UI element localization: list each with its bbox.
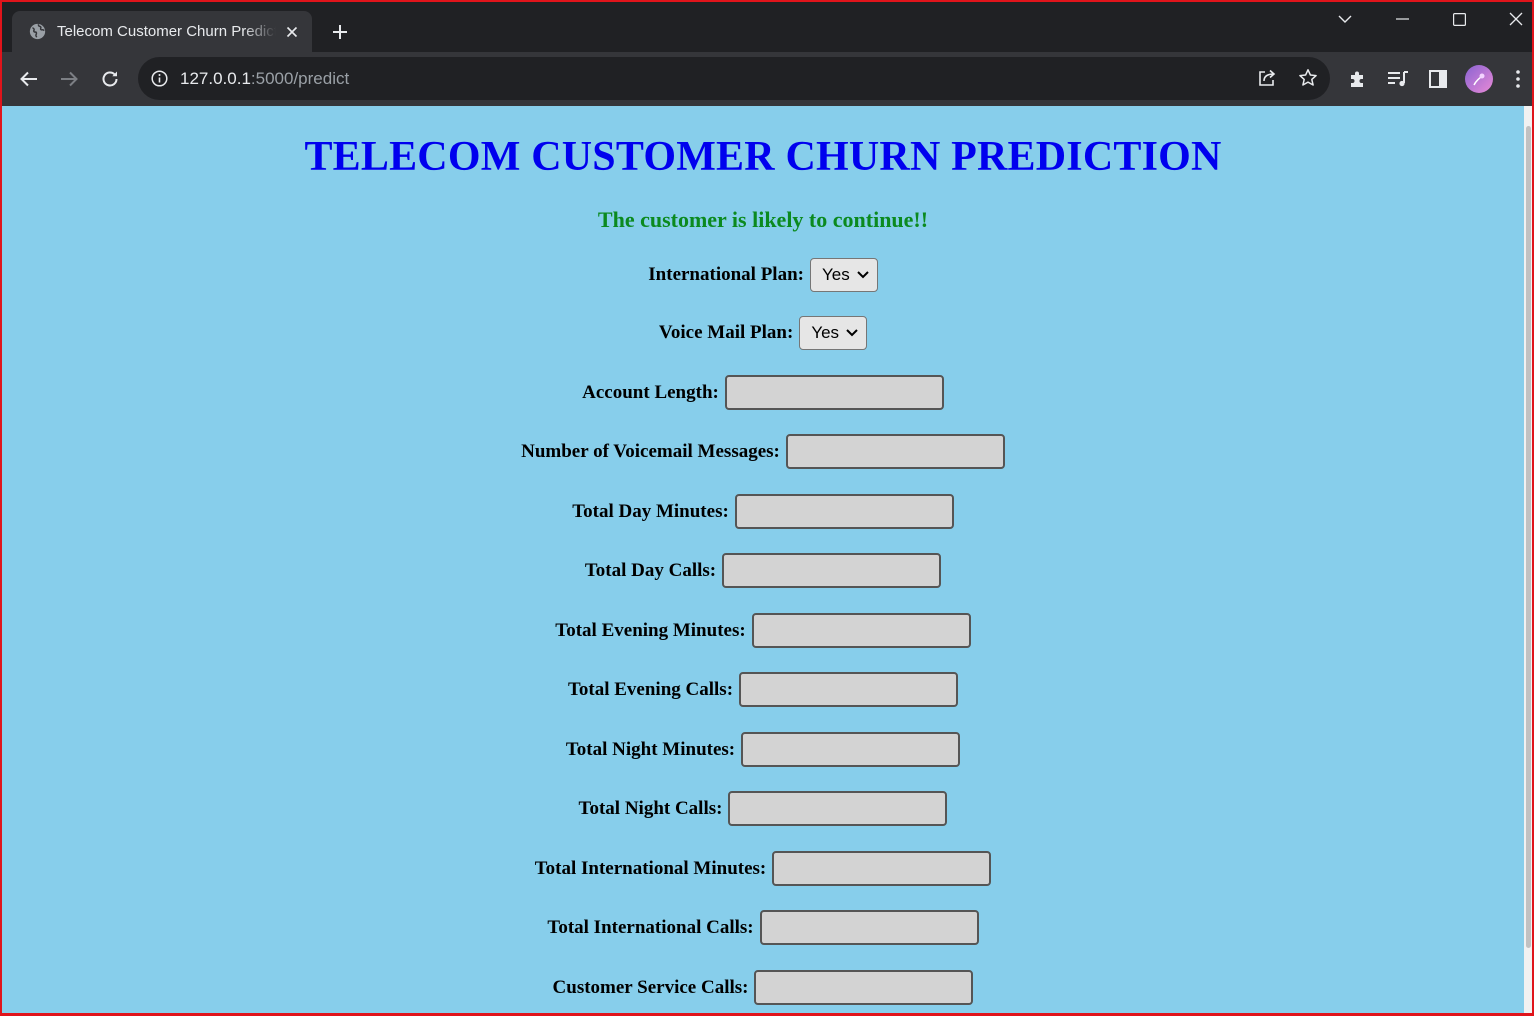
voicemail-messages-input[interactable]	[785, 434, 1005, 469]
total-day-minutes-row: Total Day Minutes:	[2, 494, 1524, 529]
total-night-minutes-input[interactable]	[741, 732, 961, 767]
tab-strip: Telecom Customer Churn Prediction	[0, 0, 1534, 52]
minimize-icon	[1395, 18, 1409, 20]
field-label: Account Length:	[582, 381, 719, 403]
queue-music-icon	[1388, 71, 1408, 87]
browser-tab[interactable]: Telecom Customer Churn Prediction	[12, 11, 312, 52]
account-length-row: Account Length:	[2, 375, 1524, 410]
voicemail-messages-row: Number of Voicemail Messages:	[2, 434, 1524, 469]
url-host: 127.0.0.1	[180, 69, 251, 88]
chevron-down-icon	[846, 329, 858, 337]
extensions-button[interactable]	[1342, 63, 1374, 95]
info-icon[interactable]	[151, 70, 168, 92]
page-content: TELECOM CUSTOMER CHURN PREDICTION The cu…	[2, 106, 1524, 1013]
more-vert-icon	[1516, 70, 1520, 88]
reload-icon	[102, 71, 118, 87]
international-plan-label: International Plan:	[648, 264, 804, 285]
total-day-minutes-input[interactable]	[734, 494, 954, 529]
back-button[interactable]	[13, 63, 45, 95]
field-label: Customer Service Calls:	[552, 976, 749, 998]
url-text[interactable]: 127.0.0.1:5000/predict	[180, 69, 349, 89]
total-evening-minutes-row: Total Evening Minutes:	[2, 613, 1524, 648]
voice-mail-plan-select[interactable]: Yes	[799, 316, 868, 350]
puzzle-icon	[1351, 71, 1363, 87]
side-panel-button[interactable]	[1422, 63, 1454, 95]
plus-icon	[333, 25, 347, 39]
field-label: Total Evening Minutes:	[555, 619, 746, 641]
total-evening-calls-row: Total Evening Calls:	[2, 672, 1524, 707]
international-plan-select[interactable]: Yes	[809, 258, 878, 292]
total-night-calls-row: Total Night Calls:	[2, 791, 1524, 826]
customer-service-calls-input[interactable]	[754, 970, 974, 1005]
total-night-minutes-row: Total Night Minutes:	[2, 732, 1524, 767]
field-label: Total Night Minutes:	[565, 738, 736, 760]
voice-mail-plan-value: Yes	[811, 323, 840, 342]
field-label: Total International Calls:	[547, 916, 754, 938]
side-panel-icon	[1429, 70, 1447, 88]
share-icon[interactable]	[1257, 68, 1277, 93]
menu-button[interactable]	[1502, 63, 1534, 95]
star-icon[interactable]	[1298, 68, 1318, 93]
voice-mail-plan-row: Voice Mail Plan: Yes	[2, 316, 1524, 350]
arrow-left-icon	[20, 71, 37, 87]
reload-button[interactable]	[94, 63, 126, 95]
international-plan-value: Yes	[821, 265, 850, 284]
scrollbar-thumb[interactable]	[1526, 126, 1531, 948]
field-label: Number of Voicemail Messages:	[521, 440, 780, 462]
total-international-minutes-input[interactable]	[772, 851, 992, 886]
window-close-button[interactable]	[1496, 5, 1534, 33]
browser-toolbar: 127.0.0.1:5000/predict	[0, 52, 1534, 106]
total-international-minutes-row: Total International Minutes:	[2, 851, 1524, 886]
total-international-calls-row: Total International Calls:	[2, 910, 1524, 945]
tab-search-button[interactable]	[1325, 5, 1365, 33]
maximize-button[interactable]	[1439, 5, 1479, 33]
chevron-down-icon	[1338, 15, 1352, 23]
media-control-button[interactable]	[1382, 63, 1414, 95]
close-icon[interactable]	[282, 22, 302, 42]
avatar-icon	[1465, 65, 1493, 93]
field-label: Total Night Calls:	[578, 797, 723, 819]
field-label: Total Day Minutes:	[572, 500, 729, 522]
total-international-calls-input[interactable]	[759, 910, 979, 945]
field-label: Total Evening Calls:	[567, 678, 734, 700]
chevron-down-icon	[857, 271, 869, 279]
voice-mail-plan-label: Voice Mail Plan:	[658, 322, 794, 343]
globe-icon	[28, 23, 46, 41]
total-night-calls-input[interactable]	[728, 791, 948, 826]
prediction-result: The customer is likely to continue!!	[597, 207, 929, 232]
international-plan-row: International Plan: Yes	[2, 258, 1524, 292]
customer-service-calls-row: Customer Service Calls:	[2, 970, 1524, 1005]
maximize-icon	[1452, 12, 1466, 26]
url-path: :5000/predict	[250, 69, 350, 88]
total-day-calls-row: Total Day Calls:	[2, 553, 1524, 588]
total-evening-calls-input[interactable]	[739, 672, 959, 707]
arrow-right-icon	[61, 71, 78, 87]
profile-avatar[interactable]	[1463, 63, 1495, 95]
total-day-calls-input[interactable]	[722, 553, 942, 588]
tab-title: Telecom Customer Churn Prediction	[57, 23, 276, 40]
minimize-button[interactable]	[1382, 5, 1422, 33]
forward-button[interactable]	[53, 63, 85, 95]
close-icon	[1509, 12, 1523, 26]
field-label: Total Day Calls:	[584, 559, 717, 581]
address-bar[interactable]: 127.0.0.1:5000/predict	[138, 57, 1330, 100]
total-evening-minutes-input[interactable]	[751, 613, 971, 648]
page-title: TELECOM CUSTOMER CHURN PREDICTION	[304, 134, 1222, 180]
field-label: Total International Minutes:	[534, 857, 767, 879]
account-length-input[interactable]	[724, 375, 944, 410]
new-tab-button[interactable]	[326, 18, 354, 46]
